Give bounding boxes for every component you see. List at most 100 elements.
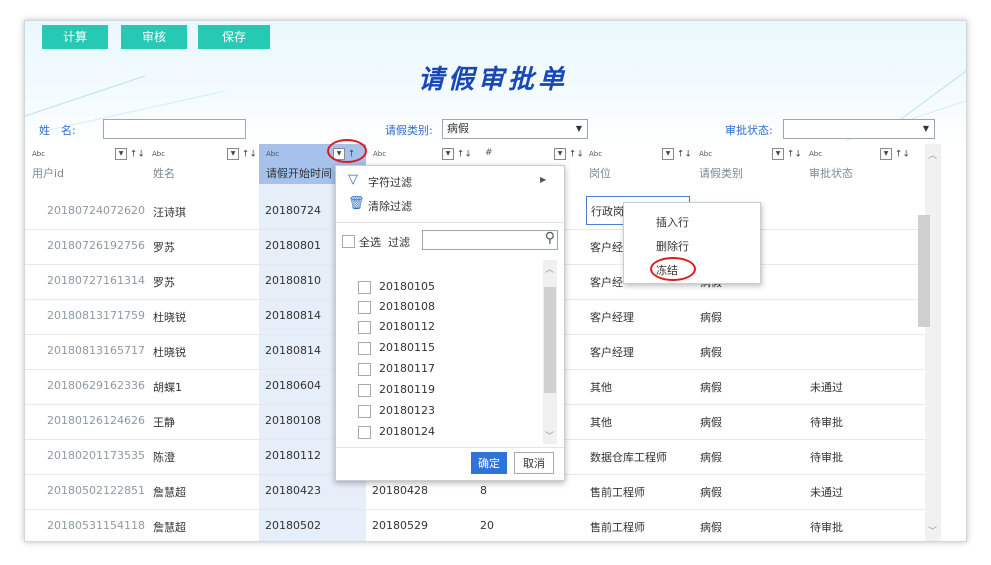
chevron-down-icon[interactable]: ▼ bbox=[571, 120, 587, 138]
cancel-button[interactable]: 取消 bbox=[514, 452, 554, 474]
sort-icon[interactable]: ↑↓ bbox=[895, 150, 910, 160]
filter-value-item[interactable]: 20180119 bbox=[358, 383, 435, 403]
audit-button[interactable]: 审核 bbox=[121, 25, 187, 49]
filter-value-item[interactable]: 20180112 bbox=[358, 320, 435, 340]
cell-status: 未通过 bbox=[810, 486, 843, 499]
ok-button[interactable]: 确定 bbox=[471, 452, 507, 474]
leave-type-select[interactable]: 病假 ▼ bbox=[442, 119, 588, 139]
column-controls[interactable]: ▼ ↑↓ bbox=[442, 148, 472, 160]
checkbox[interactable] bbox=[358, 383, 371, 397]
checkbox[interactable] bbox=[358, 341, 371, 355]
column-controls[interactable]: ▼ ↑↓ bbox=[772, 148, 802, 160]
search-icon[interactable]: ⚲ bbox=[545, 230, 555, 246]
dropdown-icon[interactable]: ▼ bbox=[880, 148, 892, 160]
type-tag: Abc bbox=[32, 150, 46, 158]
grid-scroll-thumb[interactable] bbox=[918, 215, 930, 327]
cell-name: 詹慧超 bbox=[153, 486, 186, 499]
name-input[interactable] bbox=[103, 119, 246, 139]
column-name: 请假开始时间 bbox=[266, 167, 332, 180]
char-filter-label: 字符过滤 bbox=[368, 176, 412, 189]
cell-end: 20180428 bbox=[372, 484, 428, 497]
column-header-leave-type[interactable]: Abc 请假类别 ▼ ↑↓ bbox=[692, 144, 802, 184]
cell-user-id: 20180126124626 bbox=[47, 414, 145, 427]
column-name: 请假类别 bbox=[699, 167, 743, 180]
column-header-status[interactable]: Abc 审批状态 ▼ ↑↓ bbox=[802, 144, 910, 184]
scroll-up-icon[interactable]: ︿ bbox=[928, 148, 937, 161]
sort-icon[interactable]: ↑↓ bbox=[242, 150, 257, 160]
dropdown-icon[interactable]: ▼ bbox=[442, 148, 454, 160]
cell-post: 数据仓库工程师 bbox=[590, 451, 667, 464]
dropdown-icon[interactable]: ▼ bbox=[115, 148, 127, 160]
cell-start: 20180108 bbox=[265, 414, 321, 427]
cell-type: 病假 bbox=[700, 346, 722, 359]
sort-icon[interactable]: ↑↓ bbox=[130, 150, 145, 160]
column-controls[interactable]: ▼ ↑↓ bbox=[554, 148, 584, 160]
cell-start: 20180502 bbox=[265, 519, 321, 532]
highlight-ring-freeze bbox=[650, 257, 696, 281]
checkbox[interactable] bbox=[358, 404, 371, 418]
filter-value-item[interactable]: 20180115 bbox=[358, 341, 435, 361]
column-header-post[interactable]: Abc 岗位 ▼ ↑↓ bbox=[582, 144, 692, 184]
filter-value-label: 20180119 bbox=[379, 383, 435, 396]
trash-icon: 🗑 bbox=[348, 196, 365, 211]
insert-row-menu-item[interactable]: 插入行 bbox=[656, 214, 689, 230]
scroll-down-icon[interactable]: ﹀ bbox=[928, 524, 937, 537]
checkbox[interactable] bbox=[358, 300, 371, 314]
filter-value-item[interactable]: 20180124 bbox=[358, 425, 435, 442]
checkbox[interactable] bbox=[358, 280, 371, 294]
checkbox[interactable] bbox=[358, 425, 371, 439]
cell-start: 20180810 bbox=[265, 274, 321, 287]
sort-icon[interactable]: ↑↓ bbox=[677, 150, 692, 160]
scroll-down-icon[interactable]: ﹀ bbox=[545, 429, 554, 442]
cell-name: 詹慧超 bbox=[153, 521, 186, 534]
cell-post: 售前工程师 bbox=[590, 486, 645, 499]
cell-start: 20180801 bbox=[265, 239, 321, 252]
filter-value-label: 20180115 bbox=[379, 341, 435, 354]
column-header-name[interactable]: Abc 姓名 ▼ ↑↓ bbox=[145, 144, 257, 184]
cell-user-id: 20180724072620 bbox=[47, 204, 145, 217]
filter-scroll-thumb[interactable] bbox=[544, 287, 556, 393]
checkbox[interactable] bbox=[358, 320, 371, 334]
chevron-down-icon[interactable]: ▼ bbox=[918, 120, 934, 138]
char-filter-menu-item[interactable]: ▽ 字符过滤 ▶ bbox=[348, 172, 558, 190]
filter-divider bbox=[336, 222, 564, 223]
save-button[interactable]: 保存 bbox=[198, 25, 270, 49]
type-tag: Abc bbox=[589, 150, 603, 158]
column-controls[interactable]: ▼ ↑↓ bbox=[662, 148, 692, 160]
scroll-up-icon[interactable]: ︿ bbox=[545, 262, 554, 275]
cell-post: 售前工程师 bbox=[590, 521, 645, 534]
filter-value-item[interactable]: 20180108 bbox=[358, 300, 435, 320]
filter-value-item[interactable]: 20180123 bbox=[358, 404, 435, 424]
status-select[interactable]: ▼ bbox=[783, 119, 935, 139]
column-controls[interactable]: ▼ ↑↓ bbox=[115, 148, 145, 160]
dropdown-icon[interactable]: ▼ bbox=[662, 148, 674, 160]
sort-icon[interactable]: ↑↓ bbox=[787, 150, 802, 160]
column-controls[interactable]: ▼ ↑↓ bbox=[880, 148, 910, 160]
column-name: 姓名 bbox=[153, 167, 175, 180]
cell-status: 待审批 bbox=[810, 416, 843, 429]
dropdown-icon[interactable]: ▼ bbox=[554, 148, 566, 160]
cell-days: 20 bbox=[480, 519, 494, 532]
cell-user-id: 20180727161314 bbox=[47, 274, 145, 287]
column-header-user-id[interactable]: Abc 用户id ▼ ↑↓ bbox=[25, 144, 145, 184]
grid-vertical-scrollbar[interactable]: ︿ ﹀ bbox=[925, 144, 941, 541]
cell-name: 杜晓锐 bbox=[153, 311, 186, 324]
filter-search-input[interactable]: ⚲ bbox=[422, 230, 558, 250]
column-controls[interactable]: ▼ ↑↓ bbox=[227, 148, 257, 160]
table-row[interactable]: 20180531154118 詹慧超 20180502 20180529 20 … bbox=[25, 509, 925, 541]
dropdown-icon[interactable]: ▼ bbox=[227, 148, 239, 160]
name-label: 姓 名: bbox=[39, 124, 76, 137]
cell-status: 未通过 bbox=[810, 381, 843, 394]
clear-filter-menu-item[interactable]: 🗑 清除过滤 bbox=[348, 196, 558, 214]
checkbox[interactable] bbox=[358, 362, 371, 376]
dropdown-icon[interactable]: ▼ bbox=[772, 148, 784, 160]
calculate-button[interactable]: 计算 bbox=[42, 25, 108, 49]
leave-type-label: 请假类别: bbox=[385, 124, 433, 137]
select-all-checkbox[interactable] bbox=[342, 235, 355, 248]
filter-value-item[interactable]: 20180105 bbox=[358, 280, 435, 300]
filter-value-item[interactable]: 20180117 bbox=[358, 362, 435, 382]
filter-value-label: 20180112 bbox=[379, 320, 435, 333]
sort-icon[interactable]: ↑↓ bbox=[457, 150, 472, 160]
delete-row-menu-item[interactable]: 删除行 bbox=[656, 238, 689, 254]
column-name: 用户id bbox=[32, 167, 65, 180]
